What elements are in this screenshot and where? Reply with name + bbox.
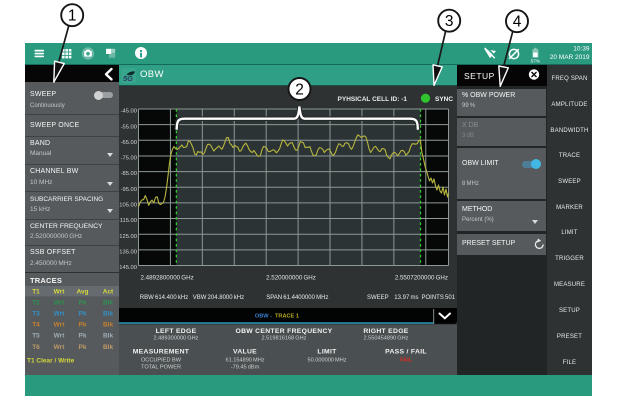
svg-text:Wrt: Wrt [54,332,66,339]
svg-text:3: 3 [445,13,454,30]
svg-text:T6: T6 [32,343,40,350]
svg-text:-85.00: -85.00 [121,171,137,177]
svg-text:20 MAR 2019: 20 MAR 2019 [550,54,590,61]
svg-text:PYHSICAL CELL ID: -1: PYHSICAL CELL ID: -1 [338,96,408,103]
svg-text:Wrt: Wrt [54,288,66,295]
svg-text:SYNC: SYNC [435,96,453,103]
svg-text:SPAN 61.4400000 MHz: SPAN 61.4400000 MHz [266,295,328,301]
svg-text:2.550454890 GHz: 2.550454890 GHz [364,335,409,341]
svg-text:Wrt: Wrt [54,299,66,306]
svg-text:VBW 204.8000 kHz: VBW 204.8000 kHz [193,295,244,301]
svg-text:1: 1 [68,8,77,25]
svg-text:VALUE: VALUE [233,348,257,355]
svg-text:Blk: Blk [103,299,114,306]
svg-text:T5: T5 [32,332,40,339]
svg-text:5G: 5G [123,74,133,83]
svg-text:Avg: Avg [76,288,88,295]
svg-text:Pk: Pk [79,299,87,306]
svg-text:10:39: 10:39 [573,45,590,52]
svg-text:OBW -: OBW - [255,313,272,319]
svg-text:OCCUPIED BW: OCCUPIED BW [141,357,182,363]
svg-text:-65.00: -65.00 [121,139,137,145]
svg-text:Blk: Blk [103,310,114,317]
svg-text:-45.00: -45.00 [121,108,137,114]
svg-text:LEFT EDGE: LEFT EDGE [156,328,197,335]
svg-text:Act: Act [103,288,114,295]
svg-text:MEASUREMENT: MEASUREMENT [133,348,190,355]
svg-text:Blk: Blk [103,343,114,350]
svg-text:T4: T4 [32,321,40,328]
svg-text:Blk: Blk [103,321,114,328]
svg-text:-75.00: -75.00 [121,155,137,161]
svg-text:57%: 57% [531,59,541,65]
svg-text:Pk: Pk [79,321,87,328]
svg-text:T1: T1 [32,288,40,295]
svg-text:Pk: Pk [79,332,87,339]
svg-text:Pk: Pk [79,343,87,350]
svg-text:4: 4 [513,14,522,31]
svg-text:-95.00: -95.00 [121,186,137,192]
svg-text:T2: T2 [32,299,40,306]
svg-text:T3: T3 [32,310,40,317]
svg-text:OBW CENTER FREQUENCY: OBW CENTER FREQUENCY [235,328,332,335]
svg-text:-55.00: -55.00 [121,124,137,130]
svg-text:Wrt: Wrt [54,343,66,350]
svg-text:-135.00: -135.00 [119,249,137,255]
svg-text:RBW 614.400 kHz: RBW 614.400 kHz [140,295,188,301]
svg-text:-115.00: -115.00 [119,218,137,224]
svg-text:50.000000 MHz: 50.000000 MHz [307,357,346,363]
svg-text:2.519816168 GHz: 2.519816168 GHz [262,335,307,341]
svg-text:13.97 ms: 13.97 ms [394,295,418,301]
svg-text:Wrt: Wrt [54,310,66,317]
svg-text:-79.45 dBm: -79.45 dBm [231,364,260,370]
svg-text:2.5507200000 GHz: 2.5507200000 GHz [395,274,448,281]
svg-text:PASS / FAIL: PASS / FAIL [385,348,427,355]
svg-text:2.489300000 GHz: 2.489300000 GHz [154,335,199,341]
svg-text:-105.00: -105.00 [119,202,137,208]
svg-text:Pk: Pk [79,310,87,317]
svg-text:T1 Clear / Write: T1 Clear / Write [27,357,75,364]
svg-text:61.154890 MHz: 61.154890 MHz [225,357,264,363]
svg-text:TRACE 1: TRACE 1 [275,313,299,319]
svg-text:SWEEP: SWEEP [367,295,389,301]
svg-text:-125.00: -125.00 [119,233,137,239]
svg-text:Blk: Blk [103,332,114,339]
svg-text:TOTAL POWER: TOTAL POWER [141,364,181,370]
svg-text:POINTS 501: POINTS 501 [422,295,456,301]
svg-text:LIMIT: LIMIT [317,348,337,355]
svg-text:FAIL: FAIL [400,357,413,363]
svg-text:2.4892800000 GHz: 2.4892800000 GHz [141,274,194,281]
svg-text:Wrt: Wrt [54,321,66,328]
svg-text:2.520000000 GHz: 2.520000000 GHz [266,274,316,281]
svg-text:RIGHT EDGE: RIGHT EDGE [363,328,408,335]
svg-text:-145.00: -145.00 [119,265,137,271]
